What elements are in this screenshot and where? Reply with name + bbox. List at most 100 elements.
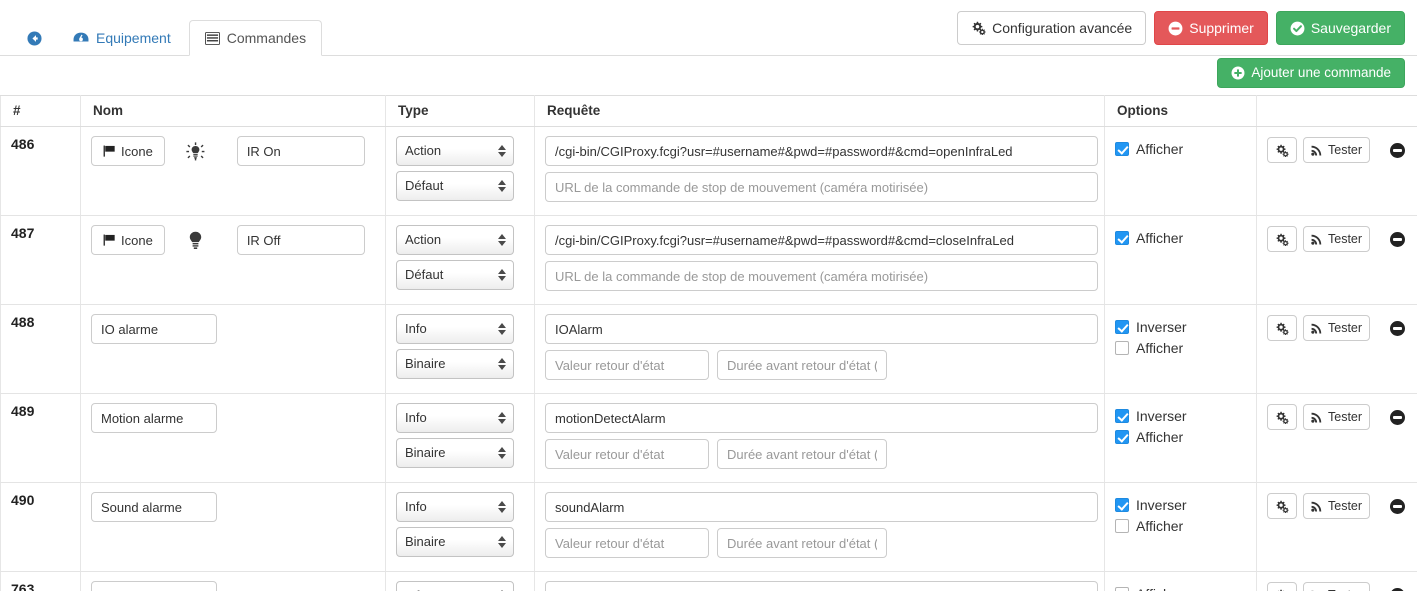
command-name-input[interactable] bbox=[91, 403, 217, 433]
checkbox-afficher[interactable] bbox=[1115, 141, 1129, 156]
command-test-button[interactable]: Tester bbox=[1303, 226, 1371, 252]
command-remove-button[interactable] bbox=[1390, 498, 1405, 514]
option-label-afficher: Afficher bbox=[1136, 586, 1183, 591]
command-test-button[interactable]: Tester bbox=[1303, 315, 1371, 341]
command-configure-button[interactable] bbox=[1267, 315, 1297, 341]
command-subtype-select[interactable]: Binaire bbox=[396, 349, 514, 379]
state-return-delay-input[interactable] bbox=[717, 439, 887, 469]
command-id: 490 bbox=[0, 482, 81, 572]
command-subtype-select[interactable]: Binaire bbox=[396, 527, 514, 557]
command-subtype-select[interactable]: Défaut bbox=[396, 260, 514, 290]
state-return-value-input[interactable] bbox=[545, 439, 709, 469]
checkbox-inverser[interactable] bbox=[1115, 408, 1129, 423]
request-input[interactable] bbox=[545, 225, 1098, 255]
command-remove-button[interactable] bbox=[1390, 231, 1405, 247]
state-return-row bbox=[545, 439, 1098, 469]
command-name-input[interactable] bbox=[236, 136, 365, 166]
command-request-cell bbox=[534, 393, 1105, 483]
command-configure-button[interactable] bbox=[1267, 226, 1297, 252]
command-configure-button[interactable] bbox=[1267, 582, 1297, 591]
delete-label: Supprimer bbox=[1189, 20, 1254, 36]
state-return-value-input[interactable] bbox=[545, 350, 709, 380]
request-column bbox=[545, 225, 1098, 291]
command-remove-button[interactable] bbox=[1390, 587, 1405, 591]
tab-equipement[interactable]: Equipement bbox=[57, 20, 187, 56]
state-return-value-input[interactable] bbox=[545, 528, 709, 558]
checkbox-afficher[interactable] bbox=[1115, 586, 1129, 591]
tab-back[interactable] bbox=[14, 20, 55, 56]
delete-button[interactable]: Supprimer bbox=[1154, 11, 1268, 45]
option-afficher[interactable]: Afficher bbox=[1115, 227, 1250, 248]
options-list: Inverser Afficher bbox=[1115, 492, 1250, 536]
checkbox-afficher[interactable] bbox=[1115, 340, 1129, 355]
command-remove-button[interactable] bbox=[1390, 142, 1405, 158]
request-input[interactable] bbox=[545, 492, 1098, 522]
command-remove-button[interactable] bbox=[1390, 320, 1405, 336]
checkbox-afficher[interactable] bbox=[1115, 429, 1129, 444]
command-name-cell: Icone bbox=[80, 126, 386, 216]
dashboard-icon bbox=[73, 31, 89, 45]
command-type-select[interactable]: Info bbox=[396, 314, 514, 344]
command-request-cell bbox=[534, 571, 1105, 591]
command-request-cell bbox=[534, 215, 1105, 305]
save-button[interactable]: Sauvegarder bbox=[1275, 11, 1405, 45]
command-subtype-select[interactable]: Défaut bbox=[396, 171, 514, 201]
command-name-input[interactable] bbox=[236, 225, 365, 255]
command-configure-button[interactable] bbox=[1267, 493, 1297, 519]
option-afficher[interactable]: Afficher bbox=[1115, 583, 1250, 591]
command-actions-cell: Tester bbox=[1256, 304, 1417, 394]
option-afficher[interactable]: Afficher bbox=[1115, 337, 1250, 358]
command-name-input[interactable] bbox=[91, 314, 217, 344]
command-type-select[interactable]: Action bbox=[396, 136, 514, 166]
option-afficher[interactable]: Afficher bbox=[1115, 426, 1250, 447]
add-command-button[interactable]: Ajouter une commande bbox=[1217, 58, 1405, 88]
options-list: Afficher bbox=[1115, 136, 1250, 159]
command-configure-button[interactable] bbox=[1267, 404, 1297, 430]
option-afficher[interactable]: Afficher bbox=[1115, 515, 1250, 536]
command-name-cell bbox=[80, 482, 386, 572]
command-type-select[interactable]: Info bbox=[396, 581, 514, 591]
option-inverser[interactable]: Inverser bbox=[1115, 494, 1250, 515]
checkbox-inverser[interactable] bbox=[1115, 319, 1129, 334]
stop-url-input[interactable] bbox=[545, 261, 1098, 291]
state-return-delay-input[interactable] bbox=[717, 350, 887, 380]
command-name-cell bbox=[80, 571, 386, 591]
command-id: 489 bbox=[0, 393, 81, 483]
command-configure-button[interactable] bbox=[1267, 137, 1297, 163]
actions-row: Tester bbox=[1267, 581, 1411, 591]
command-test-button[interactable]: Tester bbox=[1303, 404, 1371, 430]
request-input[interactable] bbox=[545, 314, 1098, 344]
state-return-delay-input[interactable] bbox=[717, 528, 887, 558]
gears-icon bbox=[971, 21, 986, 35]
request-input[interactable] bbox=[545, 403, 1098, 433]
option-inverser[interactable]: Inverser bbox=[1115, 316, 1250, 337]
command-type-cell: Info Binaire bbox=[385, 482, 535, 572]
advanced-config-button[interactable]: Configuration avancée bbox=[957, 11, 1147, 45]
command-test-button[interactable]: Tester bbox=[1303, 137, 1371, 163]
header-requete: Requête bbox=[534, 95, 1105, 127]
checkbox-afficher[interactable] bbox=[1115, 230, 1129, 245]
name-row: Icone bbox=[91, 136, 379, 166]
command-name-input[interactable] bbox=[91, 581, 217, 591]
checkbox-afficher[interactable] bbox=[1115, 518, 1129, 533]
option-inverser[interactable]: Inverser bbox=[1115, 405, 1250, 426]
tab-commandes[interactable]: Commandes bbox=[188, 20, 323, 56]
command-name-input[interactable] bbox=[91, 492, 217, 522]
command-test-label: Tester bbox=[1328, 232, 1363, 246]
command-type-select-wrapper: Info bbox=[396, 492, 514, 522]
request-input[interactable] bbox=[545, 136, 1098, 166]
command-type-select[interactable]: Action bbox=[396, 225, 514, 255]
stop-url-input[interactable] bbox=[545, 172, 1098, 202]
checkbox-inverser[interactable] bbox=[1115, 497, 1129, 512]
command-remove-button[interactable] bbox=[1390, 409, 1405, 425]
command-subtype-select[interactable]: Binaire bbox=[396, 438, 514, 468]
request-input[interactable] bbox=[545, 581, 1098, 591]
option-afficher[interactable]: Afficher bbox=[1115, 138, 1250, 159]
command-options-cell: Inverser Afficher bbox=[1104, 482, 1257, 572]
command-type-select[interactable]: Info bbox=[396, 403, 514, 433]
command-test-button[interactable]: Tester bbox=[1303, 582, 1371, 591]
command-test-button[interactable]: Tester bbox=[1303, 493, 1371, 519]
command-type-select[interactable]: Info bbox=[396, 492, 514, 522]
icone-button[interactable]: Icone bbox=[91, 136, 165, 166]
icone-button[interactable]: Icone bbox=[91, 225, 165, 255]
